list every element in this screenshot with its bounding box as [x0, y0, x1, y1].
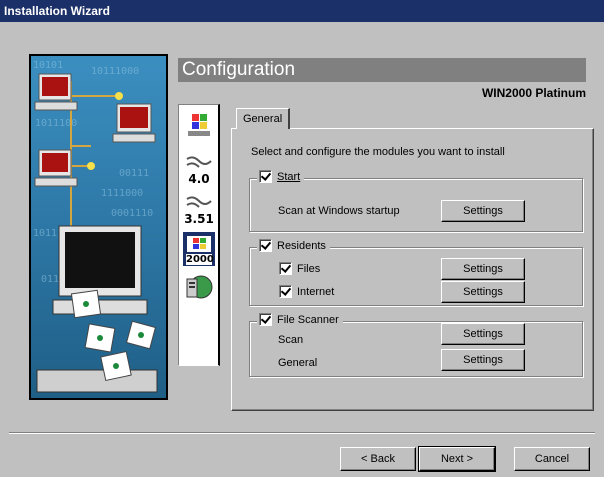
back-button[interactable]: < Back: [340, 447, 416, 471]
windows-2000-icon[interactable]: 2000: [183, 232, 215, 266]
files-checkbox[interactable]: [279, 262, 292, 275]
windows-nt-4-icon[interactable]: 4.0: [183, 153, 215, 187]
scan-at-startup-label: Scan at Windows startup: [278, 205, 400, 217]
file-scanner-label: File Scanner: [277, 313, 339, 326]
network-icon[interactable]: [183, 271, 215, 305]
footer-divider: [9, 432, 595, 434]
page-title: Configuration: [178, 58, 586, 82]
svg-text:10101: 10101: [33, 60, 63, 71]
os-nt351-label: 3.51: [184, 212, 214, 226]
internet-settings-button[interactable]: Settings: [441, 281, 525, 303]
window-title-bar[interactable]: Installation Wizard: [0, 0, 604, 22]
scan-label: Scan: [278, 334, 304, 346]
wizard-illustration: 10101 10111000 1011100 00111 1111000 10111 …: [29, 54, 168, 400]
start-label: Start: [277, 170, 301, 183]
residents-checkbox-row[interactable]: Residents: [257, 239, 330, 252]
files-checkbox-row[interactable]: Files: [277, 262, 324, 275]
start-checkbox[interactable]: [259, 170, 272, 183]
residents-label: Residents: [277, 239, 326, 252]
internet-label: Internet: [297, 285, 335, 298]
residents-checkbox[interactable]: [259, 239, 272, 252]
scan-settings-button[interactable]: Settings: [441, 323, 525, 345]
svg-text:00111: 00111: [119, 168, 149, 179]
internet-checkbox[interactable]: [279, 285, 292, 298]
start-settings-button[interactable]: Settings: [441, 200, 525, 222]
file-scanner-checkbox-row[interactable]: File Scanner: [257, 313, 343, 326]
os-selector-strip: 4.0 3.51 2000: [178, 104, 220, 366]
svg-text:10111000: 10111000: [91, 66, 139, 77]
general-settings-button[interactable]: Settings: [441, 349, 525, 371]
cancel-button[interactable]: Cancel: [514, 447, 590, 471]
start-checkbox-row[interactable]: Start: [257, 170, 305, 183]
os-nt4-label: 4.0: [188, 172, 210, 186]
windows-nt-351-icon[interactable]: 3.51: [183, 193, 215, 227]
panel-description: Select and configure the modules you wan…: [251, 146, 505, 158]
files-settings-button[interactable]: Settings: [441, 258, 525, 280]
os-2000-label: 2000: [186, 254, 214, 265]
internet-checkbox-row[interactable]: Internet: [277, 285, 338, 298]
windows-98-icon[interactable]: [183, 107, 215, 141]
files-label: Files: [297, 262, 321, 275]
svg-text:1111000: 1111000: [101, 188, 143, 199]
file-scanner-checkbox[interactable]: [259, 313, 272, 326]
general-label: General: [278, 357, 318, 369]
product-name: WIN2000 Platinum: [481, 86, 586, 100]
tab-general[interactable]: General: [236, 108, 290, 129]
network-computers-illustration: 1010110111000 101110000111 111100010111 …: [31, 56, 166, 398]
svg-text:0001110: 0001110: [111, 208, 153, 219]
next-button[interactable]: Next >: [418, 446, 496, 472]
